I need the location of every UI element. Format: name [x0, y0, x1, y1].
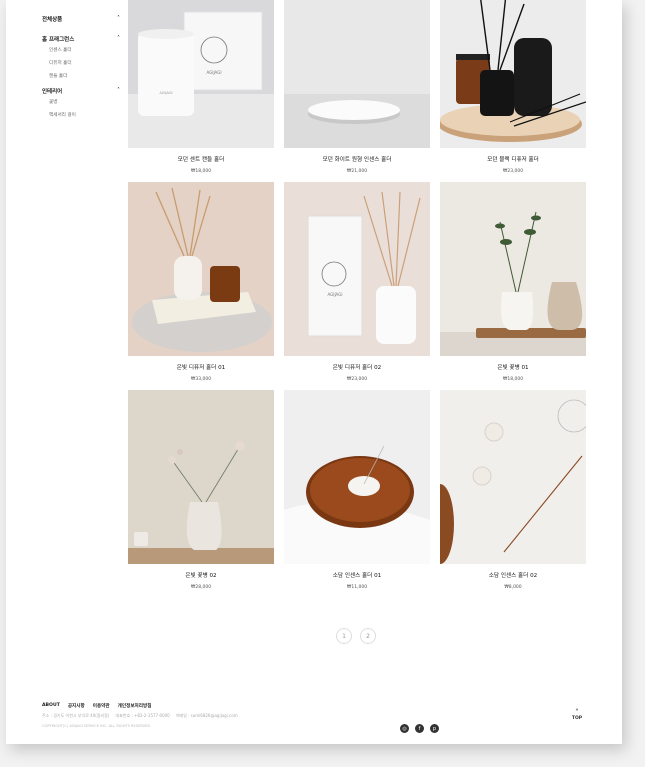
page-button-1[interactable]: 1 [336, 628, 352, 644]
product-card[interactable]: 모던 블랙 디퓨저 홀더 ₩23,000 [440, 0, 586, 174]
footer-link-notice[interactable]: 공지사항 [68, 703, 85, 709]
product-image[interactable] [440, 0, 586, 148]
product-card[interactable]: AGIJAGI 은빛 디퓨저 홀더 02 ₩23,000 [284, 182, 430, 382]
product-card[interactable]: 은빛 디퓨저 홀더 01 ₩33,000 [128, 182, 274, 382]
product-name[interactable]: 모던 블랙 디퓨저 홀더 [440, 155, 586, 163]
footer-phone: 대표번호 : +82-2-1577-0000 [115, 713, 170, 718]
footer-copyright: COPYRIGHT(C) AGIJAGI SERVICE INC. ALL RI… [42, 724, 151, 728]
category-interior[interactable]: 인테리어 ˄ [42, 86, 120, 96]
product-name[interactable]: 은빛 디퓨저 홀더 01 [128, 363, 274, 371]
product-image[interactable]: AGIJAGI [284, 182, 430, 356]
subcategory-incense-holder[interactable]: 인센스 홀더 [42, 44, 120, 57]
product-price: ₩33,000 [190, 377, 212, 382]
footer-links: ABOUT 공지사항 이용약관 개인정보처리방침 [42, 703, 602, 709]
footer-address: 주소 : 경기도 이천시 부악로 40(중리동) [42, 713, 110, 718]
page-button-2[interactable]: 2 [360, 628, 376, 644]
product-image[interactable] [284, 390, 430, 564]
vase-with-plant-illustration [440, 211, 586, 356]
diffuser-with-mirror-illustration [132, 187, 272, 352]
chevron-up-icon: ˄ [117, 35, 120, 42]
footer-info: 주소 : 경기도 이천시 부악로 40(중리동) 대표번호 : +82-2-15… [42, 713, 602, 719]
footer: ABOUT 공지사항 이용약관 개인정보처리방침 주소 : 경기도 이천시 부악… [42, 703, 602, 728]
product-name[interactable]: 소담 인센스 홀더 01 [284, 571, 430, 579]
product-image[interactable] [440, 182, 586, 356]
product-image[interactable] [128, 390, 274, 564]
black-diffuser-holder-illustration [440, 0, 586, 142]
chevron-up-icon: ˄ [117, 87, 120, 94]
category-interior-label: 인테리어 [42, 89, 63, 95]
pagination: 1 2 [336, 628, 376, 644]
product-price: ₩11,000 [346, 585, 368, 590]
svg-text:AGIJAGI: AGIJAGI [207, 70, 222, 75]
footer-link-privacy[interactable]: 개인정보처리방침 [118, 703, 152, 709]
incense-cones-illustration [440, 399, 586, 564]
subcategory-vase[interactable]: 꽃병 [42, 96, 120, 109]
facebook-icon[interactable]: f [415, 724, 424, 733]
category-all[interactable]: 전체상품 ˄ [42, 14, 120, 24]
subcategory-accessory-hanger[interactable]: 액세서리 걸이 [42, 109, 120, 122]
product-price: ₩28,000 [190, 585, 212, 590]
wooden-incense-holder-illustration [284, 445, 430, 564]
product-image[interactable]: AGIJAGI AGIJAGI [128, 0, 274, 148]
round-incense-holder-illustration [284, 94, 430, 148]
product-name[interactable]: 은빛 꽃병 01 [440, 363, 586, 371]
product-name[interactable]: 소담 인센스 홀더 02 [440, 571, 586, 579]
product-card[interactable]: 은빛 꽃병 02 ₩28,000 [128, 390, 274, 590]
product-card[interactable]: 소담 인센스 홀더 02 ₩8,000 [440, 390, 586, 590]
chevron-up-icon: ˄ [117, 15, 120, 22]
product-image[interactable] [284, 0, 430, 148]
product-price: ₩18,000 [190, 169, 212, 174]
svg-text:AGIJAGI: AGIJAGI [159, 91, 172, 95]
product-price: ₩18,000 [502, 377, 524, 382]
category-home-fragrance-label: 홈 프래그런스 [42, 37, 75, 43]
back-to-top-button[interactable]: ˄ TOP [568, 709, 586, 722]
footer-link-about[interactable]: ABOUT [42, 703, 60, 709]
product-price: ₩21,000 [346, 169, 368, 174]
candle-holder-illustration: AGIJAGI AGIJAGI [128, 11, 274, 148]
pinterest-icon[interactable]: p [430, 724, 439, 733]
category-sidebar: 전체상품 ˄ 홈 프래그런스 ˄ 인센스 홀더 디퓨저 홀더 캔들 홀더 인테리… [42, 14, 120, 122]
product-price: ₩8,000 [504, 585, 522, 590]
product-price: ₩23,000 [502, 169, 524, 174]
product-card[interactable]: 모던 화이트 원형 인센스 홀더 ₩21,000 [284, 0, 430, 174]
subcategory-diffuser-holder[interactable]: 디퓨저 홀더 [42, 57, 120, 70]
product-name[interactable]: 모던 화이트 원형 인센스 홀더 [284, 155, 430, 163]
product-image[interactable] [128, 182, 274, 356]
svg-text:AGIJAGI: AGIJAGI [328, 292, 343, 297]
footer-link-terms[interactable]: 이용약관 [93, 703, 110, 709]
product-name[interactable]: 모던 센트 캔들 홀더 [128, 155, 274, 163]
product-name[interactable]: 은빛 디퓨저 홀더 02 [284, 363, 430, 371]
top-label: TOP [571, 716, 583, 721]
product-price: ₩23,000 [346, 377, 368, 382]
white-vase-illustration [128, 441, 274, 564]
category-all-label: 전체상품 [42, 17, 63, 23]
product-card[interactable]: 소담 인센스 홀더 01 ₩11,000 [284, 390, 430, 590]
product-card[interactable]: 은빛 꽃병 01 ₩18,000 [440, 182, 586, 382]
subcategory-candle-holder[interactable]: 캔들 홀더 [42, 70, 120, 83]
social-links: ◎ f p [400, 724, 439, 733]
product-name[interactable]: 은빛 꽃병 02 [128, 571, 274, 579]
footer-email: 이메일 : sumi6826@agijagi.com [175, 713, 238, 718]
product-image[interactable] [440, 390, 586, 564]
diffuser-with-box-illustration: AGIJAGI [307, 191, 421, 344]
product-card[interactable]: AGIJAGI AGIJAGI 모던 센트 캔들 홀더 ₩18,000 [128, 0, 274, 174]
page: 전체상품 ˄ 홈 프래그런스 ˄ 인센스 홀더 디퓨저 홀더 캔들 홀더 인테리… [6, 0, 622, 744]
category-home-fragrance[interactable]: 홈 프래그런스 ˄ [42, 34, 120, 44]
instagram-icon[interactable]: ◎ [400, 724, 409, 733]
